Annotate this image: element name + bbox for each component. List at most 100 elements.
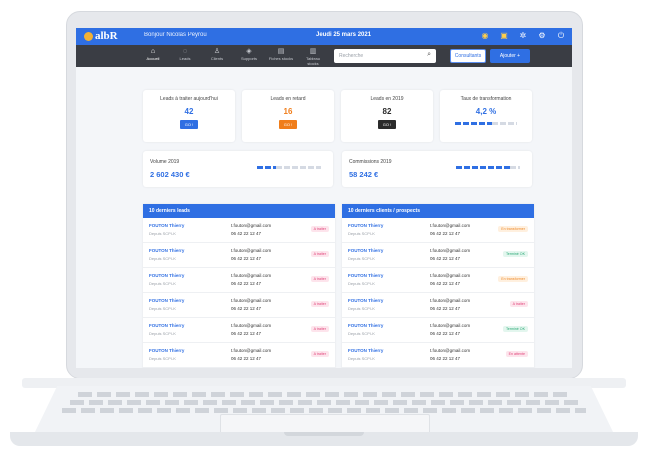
contact-email[interactable]: t.fouton@gmail.com [231,223,271,228]
stat-value: 16 [283,107,293,116]
contact-email[interactable]: t.fouton@gmail.com [430,273,470,278]
nav-label: Accueil [146,56,160,61]
total-card: Commissions 2019 58 242 € [342,151,532,187]
contact-email[interactable]: t.fouton@gmail.com [231,248,271,253]
list-item[interactable]: FOUTON Thierry Depuis SCPI-K t.fouton@gmai… [143,268,335,293]
progress-track [510,166,520,169]
search-icon[interactable]: ⌕ [427,51,431,59]
contact-email[interactable]: t.fouton@gmail.com [231,298,271,303]
total-value: 58 242 € [349,170,379,179]
status-badge: A traiter [310,326,329,332]
contact-name[interactable]: FOUTON Thierry [348,248,383,253]
nav-item-fiches-stocks[interactable]: ▤ Fiches stocks [268,47,294,66]
leads-icon: ◌ [182,48,188,55]
stat-value: 82 [382,107,392,116]
nav-item-tableau-stocks[interactable]: ▥ Tableau stocks [300,47,326,66]
contact-email[interactable]: t.fouton@gmail.com [430,323,470,328]
main-nav: ⌂ Accueil ◌ Leads ♙ Clients ◈ Supports ▤ Fiches s… [140,47,358,66]
notification-icon[interactable]: ◉ [480,31,490,41]
clients-panel-title: 10 derniers clients / prospects [342,204,534,218]
contact-name[interactable]: FOUTON Thierry [149,273,184,278]
add-button[interactable]: Ajouter + [490,49,530,63]
message-icon[interactable]: ▣ [499,31,509,41]
leads-panel-title: 10 derniers leads [143,204,335,218]
nav-label: Clients [210,56,224,61]
stat-card: Taux de transformation 4,2 % [440,90,532,142]
stat-value: 4,2 % [475,107,497,116]
list-item[interactable]: FOUTON Thierry Depuis SCPI-K t.fouton@gmai… [342,343,534,368]
search-input[interactable]: Recherche ⌕ [334,49,436,63]
contact-source: Depuis SCPI-K [348,256,375,261]
list-item[interactable]: FOUTON Thierry Depuis SCPI-K t.fouton@gmai… [342,293,534,318]
stat-label: Leads en retard [270,96,306,102]
contact-name[interactable]: FOUTON Thierry [348,298,383,303]
contact-email[interactable]: t.fouton@gmail.com [430,348,470,353]
clients-list: FOUTON Thierry Depuis SCPI-K t.fouton@gmai… [342,218,534,368]
progress-fill [456,166,511,169]
nav-label: Supports [240,56,257,61]
chart-icon: ▥ [309,48,317,55]
contact-email[interactable]: t.fouton@gmail.com [430,223,470,228]
document-icon: ▤ [277,48,285,55]
contact-phone: 06 42 22 12 47 [430,256,461,261]
list-item[interactable]: FOUTON Thierry Depuis SCPI-K t.fouton@gmai… [342,218,534,243]
list-item[interactable]: FOUTON Thierry Depuis SCPI-K t.fouton@gmai… [143,243,335,268]
nav-item-clients[interactable]: ♙ Clients [204,47,230,66]
list-item[interactable]: FOUTON Thierry Depuis SCPI-K t.fouton@gmai… [143,318,335,343]
nav-item-supports[interactable]: ◈ Supports [236,47,262,66]
go-button[interactable]: GO ! [378,120,396,129]
go-button[interactable]: GO ! [279,120,297,129]
list-item[interactable]: FOUTON Thierry Depuis SCPI-K t.fouton@gmai… [342,268,534,293]
progress-track [276,166,321,169]
nav-item-accueil[interactable]: ⌂ Accueil [140,47,166,66]
search-placeholder: Recherche [339,53,364,59]
settings-icon[interactable]: ⚙ [537,31,547,41]
key-row [78,392,570,397]
contact-source: Depuis SCPI-K [149,281,176,286]
contact-name[interactable]: FOUTON Thierry [149,223,184,228]
top-bar: albR Bonjour Nicolas Peyrou Jeudi 25 mar… [76,28,572,45]
list-item[interactable]: FOUTON Thierry Depuis SCPI-K t.fouton@gmai… [342,243,534,268]
progress-fill [257,166,277,169]
list-item[interactable]: FOUTON Thierry Depuis SCPI-K t.fouton@gmai… [143,293,335,318]
list-item[interactable]: FOUTON Thierry Depuis SCPI-K t.fouton@gmai… [143,343,335,368]
list-item[interactable]: FOUTON Thierry Depuis SCPI-K t.fouton@gmai… [143,218,335,243]
contact-email[interactable]: t.fouton@gmail.com [231,273,271,278]
list-item[interactable]: FOUTON Thierry Depuis SCPI-K t.fouton@gmai… [342,318,534,343]
contact-email[interactable]: t.fouton@gmail.com [231,323,271,328]
current-date: Jeudi 25 mars 2021 [316,32,372,38]
contact-name[interactable]: FOUTON Thierry [348,223,383,228]
logo[interactable]: albR [84,30,118,42]
contact-name[interactable]: FOUTON Thierry [149,348,184,353]
contact-name[interactable]: FOUTON Thierry [149,298,184,303]
contact-phone: 06 42 22 12 47 [430,281,461,286]
contact-source: Depuis SCPI-K [348,281,375,286]
consultants-button[interactable]: Consultants [450,49,486,63]
contact-source: Depuis SCPI-K [348,306,375,311]
contact-phone: 06 42 22 12 47 [231,356,262,361]
gear-icon[interactable]: ✲ [518,31,528,41]
contact-name[interactable]: FOUTON Thierry [348,323,383,328]
contact-email[interactable]: t.fouton@gmail.com [430,298,470,303]
leads-panel: 10 derniers leads FOUTON Thierry Depuis S… [143,204,335,368]
contact-source: Depuis SCPI-K [149,231,176,236]
greeting: Bonjour Nicolas Peyrou [144,32,207,38]
contact-phone: 06 42 22 12 47 [430,306,461,311]
status-badge: Terminé OK [503,326,528,332]
contact-name[interactable]: FOUTON Thierry [348,348,383,353]
nav-item-leads[interactable]: ◌ Leads [172,47,198,66]
contact-phone: 06 42 22 12 47 [430,356,461,361]
power-icon[interactable]: ⏻ [556,31,566,41]
contact-name[interactable]: FOUTON Thierry [348,273,383,278]
contact-source: Depuis SCPI-K [348,331,375,336]
contact-email[interactable]: t.fouton@gmail.com [430,248,470,253]
contact-phone: 06 42 22 12 47 [231,331,262,336]
total-value: 2 602 430 € [150,170,190,179]
go-button[interactable]: GO ! [180,120,198,129]
stat-card: Leads à traiter aujourd'hui 42 GO ! [143,90,235,142]
contact-name[interactable]: FOUTON Thierry [149,248,184,253]
contact-name[interactable]: FOUTON Thierry [149,323,184,328]
contact-email[interactable]: t.fouton@gmail.com [231,348,271,353]
contact-phone: 06 42 22 12 47 [231,306,262,311]
contact-phone: 06 42 22 12 47 [430,231,461,236]
